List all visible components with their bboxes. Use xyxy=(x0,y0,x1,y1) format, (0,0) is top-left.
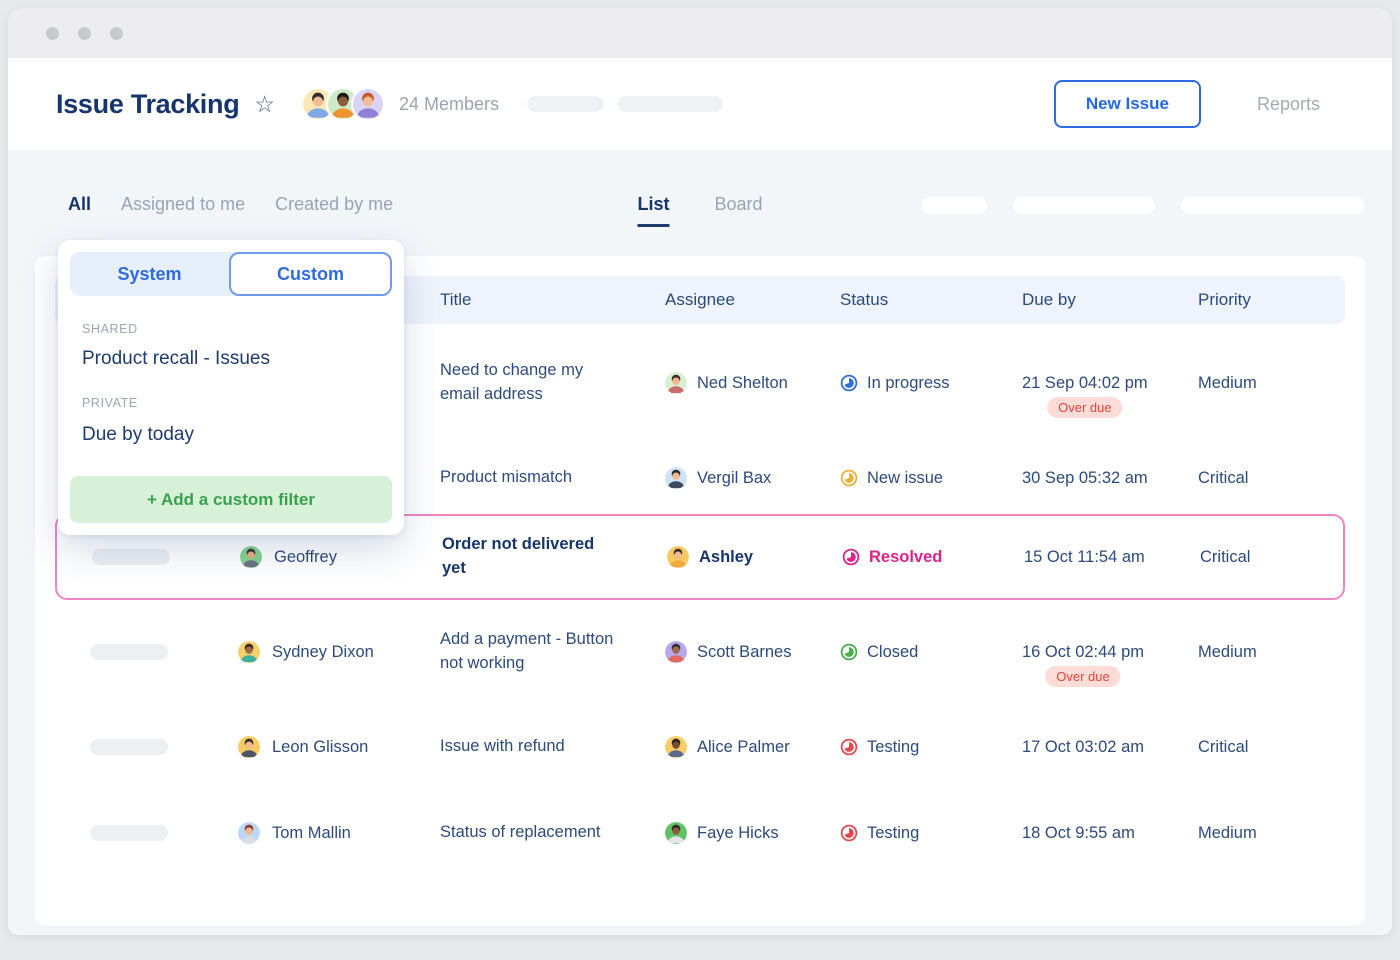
reporter-avatar xyxy=(238,736,260,758)
view-switcher: List Board xyxy=(637,194,762,227)
status-clock-icon xyxy=(842,548,860,566)
member-avatars[interactable] xyxy=(301,87,385,121)
shared-section-heading: SHARED xyxy=(82,322,392,336)
add-custom-filter-button[interactable]: + Add a custom filter xyxy=(70,476,392,523)
popover-tab-custom[interactable]: Custom xyxy=(229,252,392,296)
priority-label: Medium xyxy=(1198,374,1257,393)
status-label: Testing xyxy=(867,738,919,757)
reporter-name: Leon Glisson xyxy=(272,738,368,757)
popover-tab-system[interactable]: System xyxy=(70,252,229,296)
tab-all[interactable]: All xyxy=(68,194,91,215)
row-placeholder-pill xyxy=(90,644,168,660)
status-label: In progress xyxy=(867,374,950,393)
reporter-avatar xyxy=(238,822,260,844)
status-label: New issue xyxy=(867,469,943,488)
status-clock-icon xyxy=(840,643,858,661)
column-header-due-by[interactable]: Due by xyxy=(1022,290,1198,310)
tab-assigned-to-me[interactable]: Assigned to me xyxy=(121,194,245,215)
window-dot-icon[interactable] xyxy=(78,27,91,40)
toolbar-placeholder-pill xyxy=(1013,197,1155,214)
priority-label: Critical xyxy=(1198,738,1248,757)
column-header-title[interactable]: Title xyxy=(440,290,665,310)
overdue-badge: Over due xyxy=(1047,397,1122,418)
due-date: 16 Oct 02:44 pm xyxy=(1022,643,1144,662)
table-row[interactable]: Tom Mallin Status of replacement Faye Hi… xyxy=(55,790,1345,876)
issue-title[interactable]: Product mismatch xyxy=(440,466,572,490)
custom-filter-popover: System Custom SHARED Product recall - Is… xyxy=(58,240,404,535)
page-title: Issue Tracking xyxy=(56,89,239,120)
app-header: Issue Tracking ☆ 24 Members New Issue Re… xyxy=(8,58,1392,150)
priority-label: Medium xyxy=(1198,824,1257,843)
assignee-avatar xyxy=(665,372,687,394)
table-row[interactable]: Sydney Dixon Add a payment - Button not … xyxy=(55,600,1345,704)
reporter-avatar xyxy=(238,641,260,663)
app-window: Issue Tracking ☆ 24 Members New Issue Re… xyxy=(8,8,1392,935)
reporter-name: Tom Mallin xyxy=(272,824,351,843)
reports-link[interactable]: Reports xyxy=(1257,94,1320,115)
reporter-avatar xyxy=(240,546,262,568)
assignee-avatar xyxy=(667,546,689,568)
row-placeholder-pill xyxy=(90,739,168,755)
shared-filter-item[interactable]: Product recall - Issues xyxy=(82,348,392,370)
header-placeholder-pill xyxy=(527,96,604,112)
popover-tab-toggle: System Custom xyxy=(70,252,392,296)
column-header-priority[interactable]: Priority xyxy=(1198,290,1345,310)
issue-title[interactable]: Order not delivered yet xyxy=(442,533,617,581)
view-list[interactable]: List xyxy=(637,194,669,227)
status-clock-icon xyxy=(840,469,858,487)
assignee-name: Alice Palmer xyxy=(697,738,790,757)
issue-title[interactable]: Need to change my email address xyxy=(440,359,615,407)
assignee-name: Scott Barnes xyxy=(697,643,791,662)
assignee-avatar xyxy=(665,467,687,489)
due-date: 30 Sep 05:32 am xyxy=(1022,469,1148,488)
row-placeholder-pill xyxy=(90,825,168,841)
assignee-name: Ashley xyxy=(699,548,753,567)
assignee-avatar xyxy=(665,822,687,844)
private-filter-item[interactable]: Due by today xyxy=(82,424,392,446)
members-count[interactable]: 24 Members xyxy=(399,94,499,115)
window-dot-icon[interactable] xyxy=(46,27,59,40)
header-placeholder-pill xyxy=(618,96,723,112)
due-date: 18 Oct 9:55 am xyxy=(1022,824,1135,843)
assignee-avatar xyxy=(665,641,687,663)
priority-label: Critical xyxy=(1200,548,1250,567)
member-avatar xyxy=(351,87,385,121)
column-header-status[interactable]: Status xyxy=(840,290,1022,310)
new-issue-button[interactable]: New Issue xyxy=(1054,80,1201,128)
view-board[interactable]: Board xyxy=(714,194,762,227)
status-clock-icon xyxy=(840,738,858,756)
issue-title[interactable]: Issue with refund xyxy=(440,735,565,759)
filter-tabs-row: All Assigned to me Created by me List Bo… xyxy=(8,194,1392,234)
star-icon[interactable]: ☆ xyxy=(254,93,275,116)
window-chrome xyxy=(8,8,1392,58)
private-section-heading: PRIVATE xyxy=(82,396,392,410)
toolbar-placeholder-pill xyxy=(922,197,987,214)
toolbar-placeholders xyxy=(922,197,1364,214)
priority-label: Critical xyxy=(1198,469,1248,488)
issue-title[interactable]: Add a payment - Button not working xyxy=(440,628,615,676)
tab-created-by-me[interactable]: Created by me xyxy=(275,194,393,215)
issue-title[interactable]: Status of replacement xyxy=(440,821,601,845)
status-clock-icon xyxy=(840,374,858,392)
table-row[interactable]: Leon Glisson Issue with refund Alice Pal… xyxy=(55,704,1345,790)
assignee-avatar xyxy=(665,736,687,758)
priority-label: Medium xyxy=(1198,643,1257,662)
assignee-name: Ned Shelton xyxy=(697,374,788,393)
due-date: 17 Oct 03:02 am xyxy=(1022,738,1144,757)
status-label: Closed xyxy=(867,643,918,662)
window-dot-icon[interactable] xyxy=(110,27,123,40)
overdue-badge: Over due xyxy=(1045,666,1120,687)
assignee-name: Faye Hicks xyxy=(697,824,779,843)
status-clock-icon xyxy=(840,824,858,842)
toolbar-placeholder-pill xyxy=(1181,197,1364,214)
reporter-name: Sydney Dixon xyxy=(272,643,374,662)
status-label: Testing xyxy=(867,824,919,843)
row-placeholder-pill xyxy=(92,549,170,565)
status-label: Resolved xyxy=(869,548,942,567)
due-date: 21 Sep 04:02 pm xyxy=(1022,374,1148,393)
assignee-name: Vergil Bax xyxy=(697,469,771,488)
due-date: 15 Oct 11:54 am xyxy=(1024,548,1145,567)
reporter-name: Geoffrey xyxy=(274,548,337,567)
column-header-assignee[interactable]: Assignee xyxy=(665,290,840,310)
